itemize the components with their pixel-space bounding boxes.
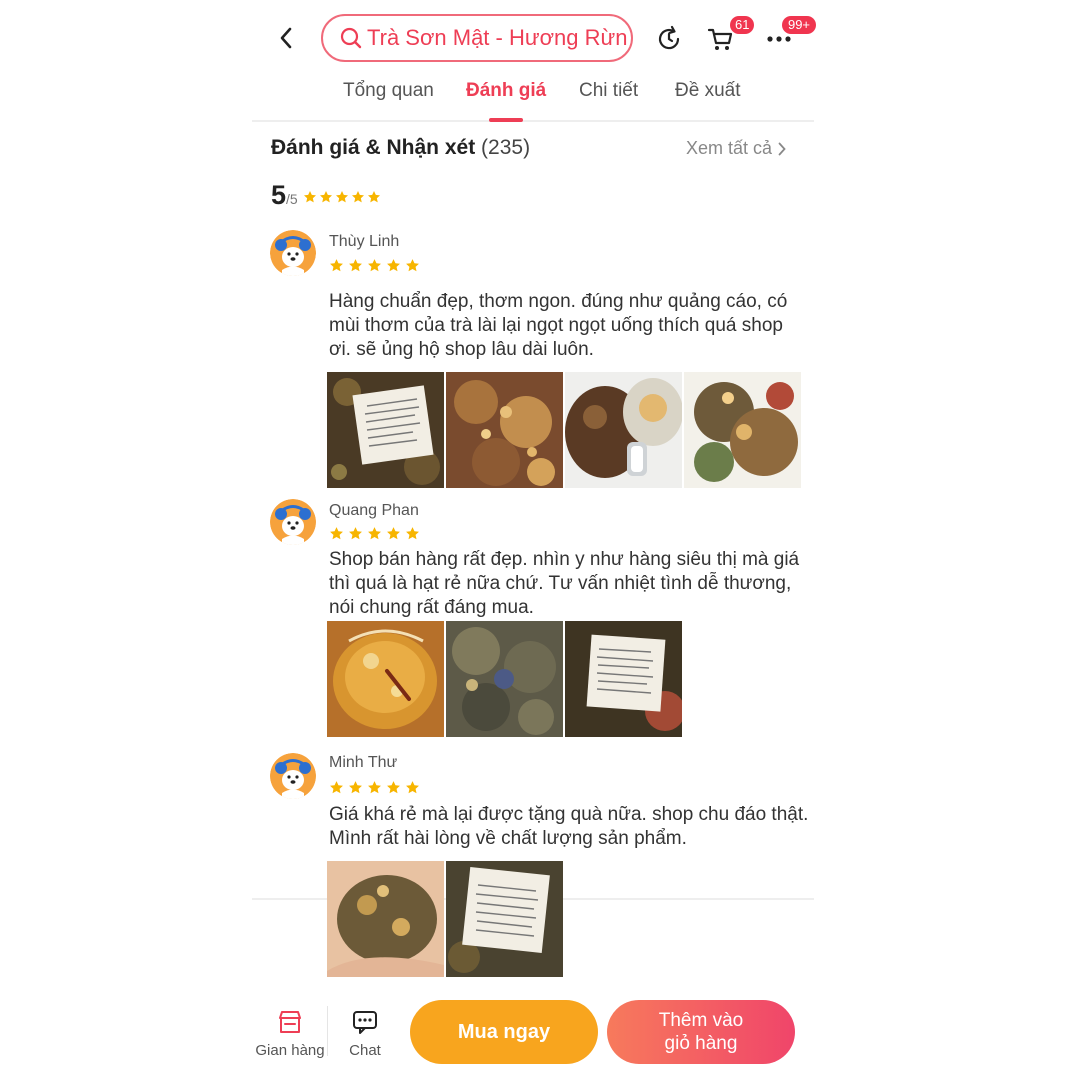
review-photo[interactable]	[446, 621, 563, 737]
star-icon	[387, 259, 400, 272]
history-button[interactable]	[654, 24, 684, 54]
star-icon	[303, 191, 316, 203]
chat-label: Chat	[349, 1042, 381, 1059]
chat-icon	[353, 1011, 377, 1034]
review-text: Hàng chuẩn đẹp, thơm ngon. đúng như quản…	[329, 291, 788, 360]
star-icon	[349, 259, 362, 272]
review-photo[interactable]	[327, 861, 444, 977]
cart-count-badge: 61	[730, 16, 755, 34]
overall-stars	[303, 190, 381, 204]
product-tabs: Tổng quan Đánh giá Chi tiết Đề xuất	[252, 74, 814, 122]
buy-now-button[interactable]: Mua ngay	[410, 1000, 598, 1064]
chevron-left-icon	[280, 27, 292, 49]
tab-reviews[interactable]: Đánh giá	[466, 80, 546, 102]
back-button[interactable]	[274, 24, 298, 52]
search-input[interactable]	[367, 25, 627, 51]
tab-details[interactable]: Chi tiết	[579, 80, 638, 102]
star-icon	[368, 781, 381, 794]
review-photo[interactable]	[446, 372, 563, 488]
avatar	[270, 753, 316, 799]
tab-suggestions[interactable]: Đề xuất	[675, 80, 740, 102]
review-text: Shop bán hàng rất đẹp. nhìn y như hàng s…	[329, 549, 800, 618]
review-text: Giá khá rẻ mà lại được tặng quà nữa. sho…	[329, 804, 809, 849]
store-icon	[279, 1011, 301, 1033]
star-icon	[368, 259, 381, 272]
chat-button[interactable]: Chat	[327, 1008, 403, 1059]
review-photos	[327, 861, 563, 977]
search-icon	[340, 27, 362, 49]
star-icon	[330, 781, 343, 794]
star-icon	[335, 191, 348, 203]
star-icon	[330, 527, 343, 540]
shop-button[interactable]: Gian hàng	[252, 1008, 328, 1059]
active-tab-indicator	[489, 118, 523, 122]
review-photo[interactable]	[446, 861, 563, 977]
bottom-action-bar: Gian hàng Chat Mua ngay Thêm vào giỏ hàn…	[252, 996, 814, 1080]
search-bar[interactable]	[321, 14, 633, 62]
shop-label: Gian hàng	[255, 1042, 325, 1059]
avatar-bear-icon	[270, 499, 316, 545]
review-photo[interactable]	[565, 372, 682, 488]
tab-overview[interactable]: Tổng quan	[343, 80, 434, 102]
more-icon	[767, 36, 791, 42]
review-stars	[329, 258, 420, 273]
reviewer-name: Thùy Linh	[329, 233, 400, 250]
section-title-text: Đánh giá & Nhận xét	[271, 136, 476, 159]
review-count: (235)	[481, 136, 531, 159]
star-icon	[351, 191, 364, 203]
notification-badge: 99+	[782, 16, 816, 34]
avatar	[270, 499, 316, 545]
review-photos	[327, 621, 682, 737]
star-icon	[330, 259, 343, 272]
star-icon	[368, 527, 381, 540]
overall-rating: 5 /5	[271, 180, 381, 211]
top-bar: 61 99+	[252, 10, 816, 66]
review-photo[interactable]	[327, 621, 444, 737]
star-icon	[349, 781, 362, 794]
star-icon	[387, 527, 400, 540]
app-screen: 61 99+ Tổng quan Đánh giá Chi tiết Đề xu…	[252, 0, 816, 1080]
avatar-bear-icon	[270, 753, 316, 799]
star-icon	[406, 259, 419, 272]
star-icon	[406, 527, 419, 540]
add-to-cart-button[interactable]: Thêm vào giỏ hàng	[607, 1000, 795, 1064]
see-all-link[interactable]: Xem tất cả	[686, 138, 786, 159]
rating-value: 5	[271, 180, 287, 210]
history-icon	[658, 25, 680, 50]
avatar-bear-icon	[270, 230, 316, 276]
rating-scale: /5	[286, 191, 298, 207]
review-photo[interactable]	[327, 372, 444, 488]
avatar	[270, 230, 316, 276]
review-photo[interactable]	[565, 621, 682, 737]
star-icon	[349, 527, 362, 540]
reviewer-name: Quang Phan	[329, 502, 419, 519]
chevron-right-icon	[778, 142, 786, 155]
reviews-section-title: Đánh giá & Nhận xét (235)	[271, 136, 530, 160]
star-icon	[406, 781, 419, 794]
review-stars	[329, 526, 420, 541]
see-all-label: Xem tất cả	[686, 138, 773, 158]
star-icon	[367, 191, 380, 203]
review-photo[interactable]	[684, 372, 801, 488]
star-icon	[319, 191, 332, 203]
star-icon	[387, 781, 400, 794]
review-photos	[327, 372, 801, 488]
reviewer-name: Minh Thư	[329, 754, 398, 771]
review-stars	[329, 780, 420, 795]
